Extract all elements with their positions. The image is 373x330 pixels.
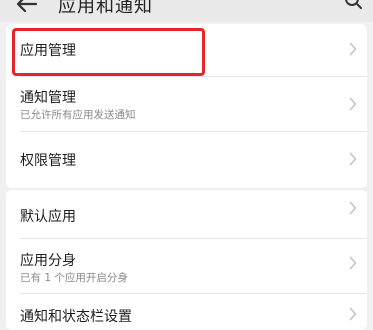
settings-item-subtitle: 已允许所有应用发送通知 <box>20 109 136 121</box>
settings-item-app-management[interactable]: 应用管理 <box>6 24 367 76</box>
settings-item-subtitle: 已有 1 个应用开启分身 <box>20 272 128 284</box>
settings-item-title: 通知和状态栏设置 <box>20 309 132 325</box>
chevron-right-icon <box>349 42 357 56</box>
search-icon[interactable] <box>343 0 363 10</box>
app-bar: 应用和通知 <box>0 0 373 22</box>
settings-item-title: 通知管理 <box>20 90 76 106</box>
chevron-right-icon <box>349 256 357 270</box>
page-title: 应用和通知 <box>58 0 153 17</box>
settings-item-app-twin[interactable]: 应用分身 已有 1 个应用开启分身 <box>6 239 367 293</box>
settings-item-notification-management[interactable]: 通知管理 已允许所有应用发送通知 <box>6 77 367 131</box>
settings-item-title: 默认应用 <box>20 209 76 225</box>
settings-item-title: 应用分身 <box>20 253 76 269</box>
settings-group-main: 应用管理 通知管理 已允许所有应用发送通知 权限管理 <box>6 24 367 188</box>
chevron-right-icon <box>349 307 357 321</box>
settings-item-notification-status-bar[interactable]: 通知和状态栏设置 <box>6 294 367 330</box>
settings-item-permission-management[interactable]: 权限管理 <box>6 132 367 188</box>
chevron-right-icon <box>349 201 357 215</box>
settings-group-apps: 默认应用 应用分身 已有 1 个应用开启分身 通知和状态栏设置 <box>6 190 367 330</box>
chevron-right-icon <box>349 97 357 111</box>
settings-item-title: 权限管理 <box>20 153 76 169</box>
back-arrow-icon[interactable] <box>14 0 40 14</box>
settings-item-title: 应用管理 <box>20 43 76 59</box>
chevron-right-icon <box>349 152 357 166</box>
settings-item-default-apps[interactable]: 默认应用 <box>6 190 367 238</box>
